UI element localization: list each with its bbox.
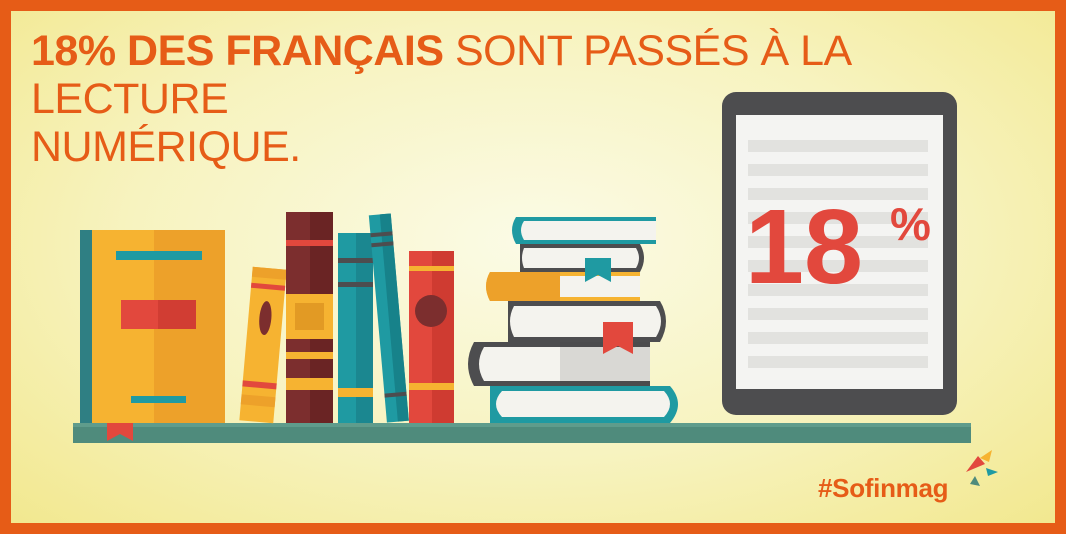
star-logo-icon [966,450,998,486]
tablet-icon: 18 % [722,92,957,415]
book-icon [80,230,225,423]
book-icon [409,251,454,423]
book-icon [338,233,373,423]
tablet-percent-number: 18 [745,188,863,306]
brand-hashtag: #Sofinmag [818,473,949,503]
book-stack [468,217,678,423]
book-icon [368,213,409,423]
book-icon [239,266,287,424]
infographic-frame: 18% DES FRANÇAIS SONT PASSÉS À LA LECTUR… [0,0,1066,534]
illustration: 18 % [73,92,998,486]
book-icon [286,212,333,423]
tablet-percent-sign: % [890,198,931,250]
